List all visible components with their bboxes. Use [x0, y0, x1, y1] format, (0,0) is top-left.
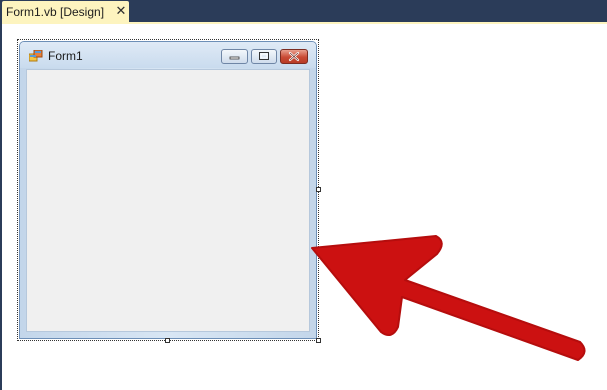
red-arrow-icon — [311, 235, 586, 361]
